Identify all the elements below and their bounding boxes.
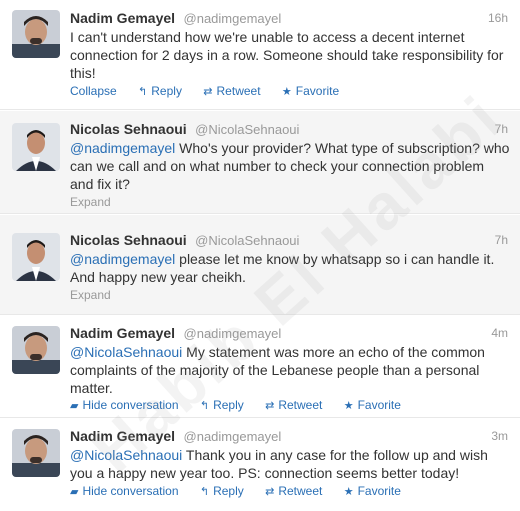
retweet-button[interactable]: ⇄ Retweet (265, 484, 322, 498)
timestamp[interactable]: 7h (495, 231, 508, 249)
avatar[interactable] (12, 123, 60, 171)
reply-icon: ↰ (199, 486, 210, 498)
mention-link[interactable]: @NicolaSehnaoui (70, 447, 182, 463)
timestamp[interactable]: 4m (491, 324, 508, 342)
user-handle[interactable]: @NicolaSehnaoui (195, 122, 299, 137)
tweet-text: @NicolaSehnaoui My statement was more an… (70, 343, 510, 397)
speech-bubble-icon: ▰ (70, 486, 79, 498)
reply-icon: ↰ (138, 86, 148, 98)
tweet[interactable]: Nadim Gemayel @nadimgemayel 4m @NicolaSe… (0, 316, 520, 418)
reply-icon: ↰ (199, 400, 210, 412)
mention-link[interactable]: @nadimgemayel (70, 140, 175, 156)
avatar[interactable] (12, 429, 60, 477)
expand-link[interactable]: Expand (70, 194, 111, 210)
tweet-actions: ▰ Hide conversation ↰ Reply ⇄ Retweet ★ Favo… (70, 397, 419, 413)
tweet[interactable]: Nadim Gemayel @nadimgemayel 16h I can't … (0, 0, 520, 110)
hide-conversation-button[interactable]: ▰ Hide conversation (70, 484, 179, 498)
timestamp[interactable]: 3m (491, 427, 508, 445)
tweet-actions: Collapse ↰ Reply ⇄ Retweet ★ Favorite (70, 83, 357, 99)
avatar[interactable] (12, 10, 60, 58)
tweet-text: I can't understand how we're unable to a… (70, 28, 510, 82)
reply-button[interactable]: ↰ Reply (200, 484, 244, 498)
avatar[interactable] (12, 326, 60, 374)
tweet-text: @nadimgemayel Who's your provider? What … (70, 139, 510, 193)
star-icon: ★ (343, 400, 354, 412)
tweet-body: I can't understand how we're unable to a… (70, 29, 504, 81)
speech-bubble-icon: ▰ (70, 400, 79, 412)
mention-link[interactable]: @nadimgemayel (70, 251, 175, 267)
user-handle[interactable]: @nadimgemayel (184, 11, 282, 26)
retweet-icon: ⇄ (265, 486, 275, 498)
reply-button[interactable]: ↰ Reply (200, 398, 244, 412)
retweet-button[interactable]: ⇄ Retweet (203, 84, 260, 98)
timestamp[interactable]: 7h (495, 120, 508, 138)
tweet-text: @NicolaSehnaoui Thank you in any case fo… (70, 446, 510, 482)
favorite-button[interactable]: ★ Favorite (344, 484, 401, 498)
timestamp[interactable]: 16h (488, 9, 508, 27)
tweet-header: Nadim Gemayel @nadimgemayel 16h (70, 9, 508, 27)
tweet-header: Nadim Gemayel @nadimgemayel 4m (70, 324, 508, 342)
star-icon: ★ (343, 486, 354, 498)
tweet[interactable]: Nicolas Sehnaoui @NicolaSehnaoui 7h @nad… (0, 215, 520, 315)
tweet[interactable]: Nicolas Sehnaoui @NicolaSehnaoui 7h @nad… (0, 111, 520, 214)
star-icon: ★ (281, 86, 292, 98)
avatar[interactable] (12, 233, 60, 281)
conversation-feed: Nadim Gemayel @nadimgemayel 16h I can't … (0, 0, 520, 511)
user-name[interactable]: Nadim Gemayel (70, 428, 175, 444)
collapse-button[interactable]: Collapse (70, 84, 117, 98)
tweet-actions: ▰ Hide conversation ↰ Reply ⇄ Retweet ★ Favo… (70, 483, 419, 499)
user-name[interactable]: Nicolas Sehnaoui (70, 232, 187, 248)
user-name[interactable]: Nicolas Sehnaoui (70, 121, 187, 137)
user-handle[interactable]: @nadimgemayel (184, 429, 282, 444)
user-handle[interactable]: @NicolaSehnaoui (195, 233, 299, 248)
user-name[interactable]: Nadim Gemayel (70, 325, 175, 341)
favorite-button[interactable]: ★ Favorite (344, 398, 401, 412)
retweet-icon: ⇄ (203, 86, 213, 98)
tweet-header: Nicolas Sehnaoui @NicolaSehnaoui 7h (70, 231, 508, 249)
user-name[interactable]: Nadim Gemayel (70, 10, 175, 26)
user-handle[interactable]: @nadimgemayel (184, 326, 282, 341)
tweet-text: @nadimgemayel please let me know by what… (70, 250, 510, 286)
mention-link[interactable]: @NicolaSehnaoui (70, 344, 182, 360)
tweet[interactable]: Nadim Gemayel @nadimgemayel 3m @NicolaSe… (0, 419, 520, 511)
retweet-icon: ⇄ (265, 400, 275, 412)
tweet-header: Nicolas Sehnaoui @NicolaSehnaoui 7h (70, 120, 508, 138)
favorite-button[interactable]: ★ Favorite (282, 84, 339, 98)
tweet-header: Nadim Gemayel @nadimgemayel 3m (70, 427, 508, 445)
retweet-button[interactable]: ⇄ Retweet (265, 398, 322, 412)
reply-button[interactable]: ↰ Reply (138, 84, 182, 98)
expand-link[interactable]: Expand (70, 287, 111, 303)
hide-conversation-button[interactable]: ▰ Hide conversation (70, 398, 179, 412)
